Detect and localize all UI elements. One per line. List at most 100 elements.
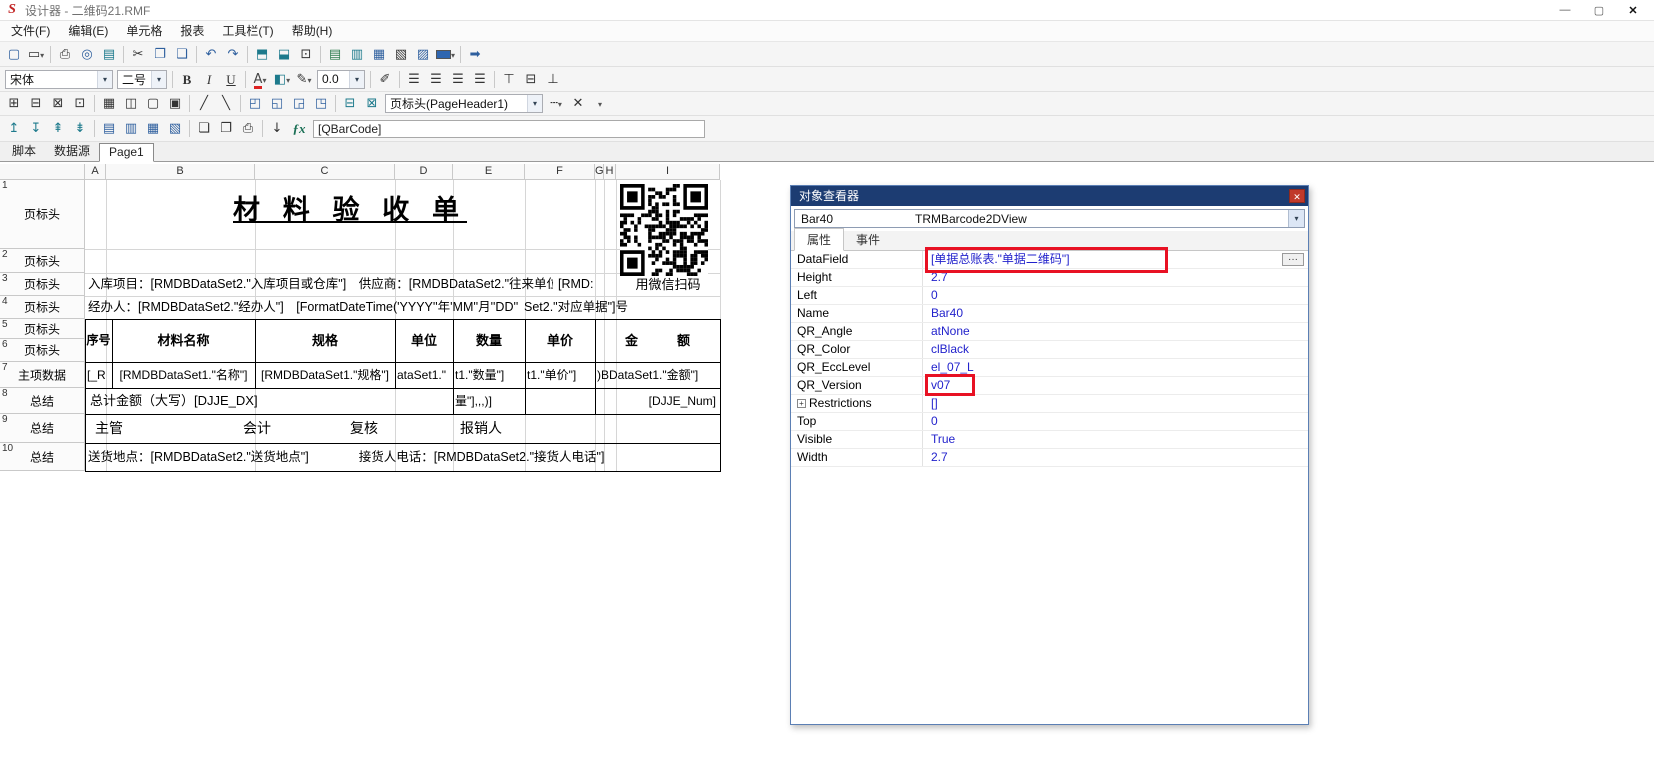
- valign-bottom-button[interactable]: ⊥: [542, 69, 564, 90]
- underline-button[interactable]: U: [220, 69, 242, 90]
- exit-design-button[interactable]: ➡: [464, 44, 486, 65]
- italic-button[interactable]: I: [198, 69, 220, 90]
- header-row4-cell[interactable]: 经办人：[RMDBDataSet2."经办人"] [FormatDateTime…: [88, 296, 520, 319]
- column-header-a[interactable]: A: [85, 164, 106, 180]
- minimize-button[interactable]: —: [1548, 4, 1582, 16]
- cut-button[interactable]: ✂: [127, 44, 149, 65]
- header-row3-cell-truncated[interactable]: [RMD:: [558, 273, 612, 296]
- insert-barcode-button[interactable]: ▧: [390, 44, 412, 65]
- row-header[interactable]: 10总结: [0, 443, 85, 471]
- inspector-titlebar[interactable]: 对象查看器 ✕: [791, 186, 1308, 206]
- column-header-e[interactable]: E: [453, 164, 525, 180]
- band-selector-combo[interactable]: 页标头(PageHeader1)▾: [385, 94, 543, 113]
- table-header-cell[interactable]: 单价: [525, 319, 595, 362]
- border-outer-button[interactable]: ⊞: [3, 93, 25, 114]
- expand-icon[interactable]: +: [797, 399, 806, 408]
- column-header-i[interactable]: I: [616, 164, 720, 180]
- border-all-button[interactable]: ⊠: [47, 93, 69, 114]
- column-header-g[interactable]: G: [595, 164, 604, 180]
- signer-cell[interactable]: 主管: [95, 414, 165, 443]
- band-settings-button[interactable]: ▦: [142, 118, 164, 139]
- row-header[interactable]: 6页标头: [0, 339, 85, 362]
- line-color-button[interactable]: ✎▾: [293, 69, 315, 90]
- valign-middle-button[interactable]: ⊟: [520, 69, 542, 90]
- align-center-button[interactable]: ☰: [425, 69, 447, 90]
- data-cell[interactable]: ataSet1.": [397, 362, 452, 388]
- column-header-d[interactable]: D: [395, 164, 453, 180]
- color-picker-button[interactable]: ▾: [434, 44, 457, 65]
- property-value[interactable]: 0: [923, 287, 1308, 304]
- font-color-button[interactable]: A▾: [249, 69, 271, 90]
- print-setup-button[interactable]: ⎙: [237, 118, 259, 139]
- copy-button[interactable]: ❐: [149, 44, 171, 65]
- menu-file[interactable]: 文件(F): [2, 21, 59, 42]
- row-header[interactable]: 4页标头: [0, 296, 85, 319]
- print-preview-button[interactable]: ◎: [76, 44, 98, 65]
- group-button[interactable]: ⊡: [295, 44, 317, 65]
- close-button[interactable]: ✕: [1616, 4, 1650, 17]
- diagonal-down-button[interactable]: ╲: [215, 93, 237, 114]
- property-value[interactable]: True: [923, 431, 1308, 448]
- report-title-cell[interactable]: 材 料 验 收 单: [85, 186, 615, 234]
- total-mid-cell[interactable]: 量"],,,)]: [455, 388, 523, 414]
- signer-cell[interactable]: 会计: [243, 414, 313, 443]
- header-row4-cell-truncated[interactable]: Set2."对应单据"]号: [524, 296, 718, 319]
- dropdown-icon[interactable]: ▾: [527, 95, 542, 112]
- property-value[interactable]: Bar40: [923, 305, 1308, 322]
- insert-picture-button[interactable]: ▨: [412, 44, 434, 65]
- open-report-button[interactable]: ▭▾: [25, 44, 47, 65]
- row-properties-button[interactable]: ⇟: [69, 118, 91, 139]
- header-row3-cell[interactable]: 入库项目：[RMDBDataSet2."入库项目或仓库"] 供应商：[RMDBD…: [88, 273, 553, 296]
- split-cells-button[interactable]: ◱: [266, 93, 288, 114]
- bold-button[interactable]: B: [176, 69, 198, 90]
- line-style-button[interactable]: ┄▾: [545, 93, 567, 114]
- footer-cell[interactable]: 送货地点：[RMDBDataSet2."送货地点"] 接货人电话：[RMDBDa…: [88, 443, 716, 471]
- table-header-cell[interactable]: 序号: [85, 319, 112, 362]
- qr-caption-cell[interactable]: 用微信扫码: [616, 274, 720, 296]
- grid-corner[interactable]: [0, 164, 85, 180]
- font-name-combo[interactable]: 宋体▾: [5, 70, 113, 89]
- object-selector-dropdown-icon[interactable]: ▾: [1288, 210, 1304, 227]
- merge-vertical-button[interactable]: ◳: [310, 93, 332, 114]
- tab-datasource[interactable]: 数据源: [45, 141, 99, 161]
- column-header-c[interactable]: C: [255, 164, 395, 180]
- delete-row-button[interactable]: ⇞: [47, 118, 69, 139]
- page-order-button[interactable]: ❏: [193, 118, 215, 139]
- property-value[interactable]: atNone: [923, 323, 1308, 340]
- menu-edit[interactable]: 编辑(E): [59, 21, 117, 42]
- table-header-cell[interactable]: 金 额: [595, 319, 720, 362]
- align-left-button[interactable]: ☰: [403, 69, 425, 90]
- property-value[interactable]: [单据总账表."单据二维码"]: [923, 251, 1308, 268]
- insert-column-button[interactable]: ▤: [98, 118, 120, 139]
- row-header[interactable]: 9总结: [0, 414, 85, 443]
- dropdown-icon[interactable]: ▾: [349, 71, 364, 88]
- new-report-button[interactable]: ▢: [3, 44, 25, 65]
- format-brush-button[interactable]: ✐: [374, 69, 396, 90]
- signer-cell[interactable]: 报销人: [460, 414, 540, 443]
- border-none-button[interactable]: ⊡: [69, 93, 91, 114]
- fx-button[interactable]: ƒx: [288, 118, 310, 139]
- table-header-cell[interactable]: 单位: [395, 319, 453, 362]
- border-horizontal-button[interactable]: ◫: [120, 93, 142, 114]
- more-options-button[interactable]: ▾: [589, 93, 611, 114]
- row-header[interactable]: 7主项数据: [0, 362, 85, 388]
- print-button[interactable]: ⎙: [54, 44, 76, 65]
- property-value[interactable]: el_07_L: [923, 359, 1308, 376]
- data-cell[interactable]: )BDataSet1."金额"]: [597, 362, 719, 388]
- merge-horizontal-button[interactable]: ◲: [288, 93, 310, 114]
- border-full-button[interactable]: ▣: [164, 93, 186, 114]
- signer-cell[interactable]: 复核: [350, 414, 420, 443]
- menu-report[interactable]: 报表: [171, 21, 213, 42]
- border-width-combo[interactable]: 0.0▾: [317, 70, 365, 89]
- delete-column-button[interactable]: ▥: [120, 118, 142, 139]
- paste-button[interactable]: ❑: [171, 44, 193, 65]
- data-cell[interactable]: t1."单价"]: [527, 362, 594, 388]
- border-box-button[interactable]: ▢: [142, 93, 164, 114]
- row-header[interactable]: 8总结: [0, 388, 85, 414]
- property-value[interactable]: []: [923, 395, 1308, 412]
- insert-band-button[interactable]: ▤: [324, 44, 346, 65]
- row-header[interactable]: 5页标头: [0, 319, 85, 339]
- dropdown-icon[interactable]: ▾: [151, 71, 166, 88]
- tab-events[interactable]: 事件: [844, 229, 892, 250]
- row-header[interactable]: 1页标头: [0, 180, 85, 249]
